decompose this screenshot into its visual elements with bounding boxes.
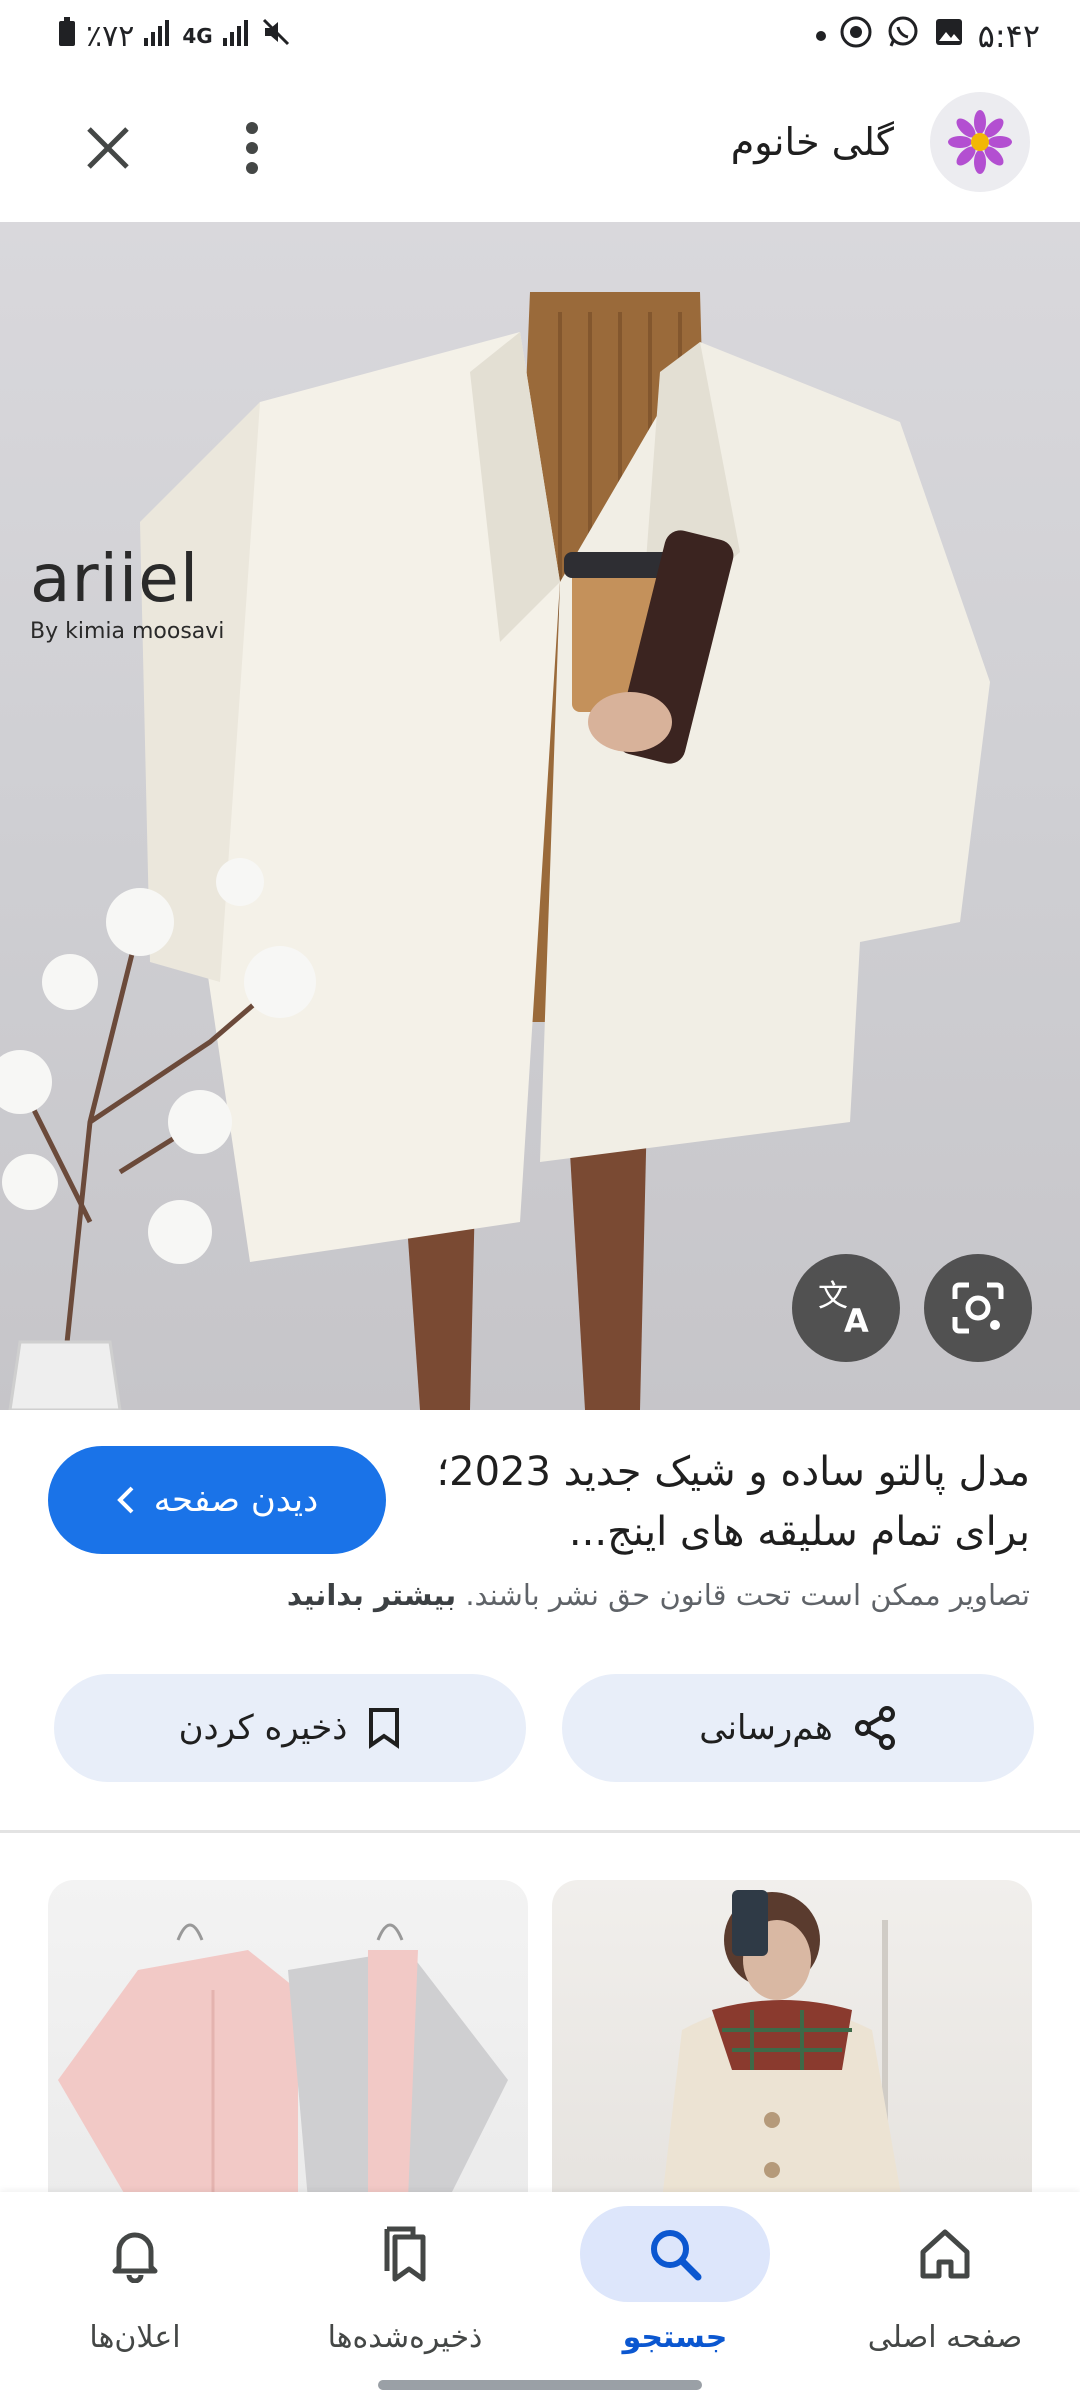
battery-level: ٪۷۲ xyxy=(86,18,135,54)
status-right: ۵:۴۲ xyxy=(815,14,1040,58)
nav-saved[interactable]: ذخیره‌شده‌ها xyxy=(270,2200,540,2380)
mute-icon xyxy=(261,17,291,55)
related-image-2[interactable] xyxy=(48,1880,528,2200)
source-name[interactable]: گلی خانوم xyxy=(731,112,894,172)
visit-page-label: دیدن صفحه xyxy=(153,1480,319,1520)
signal-icon-2 xyxy=(222,19,251,54)
translate-button[interactable]: 文 A xyxy=(792,1254,900,1362)
home-icon xyxy=(920,2229,970,2279)
battery-icon xyxy=(58,17,76,55)
nav-search-label: جستجو xyxy=(622,2320,728,2355)
bell-icon xyxy=(112,2232,158,2283)
photo-brand: ariiel By kimia moosavi xyxy=(30,540,224,644)
signal-icon xyxy=(144,19,172,54)
flower-icon xyxy=(948,110,1012,174)
nav-search[interactable]: جستجو xyxy=(540,2200,810,2380)
header xyxy=(0,72,1080,222)
chrome-icon xyxy=(840,16,872,56)
whatsapp-icon xyxy=(886,15,920,57)
translate-icon: 文 A xyxy=(818,1280,869,1336)
share-button[interactable]: هم‌رسانی xyxy=(562,1674,1034,1782)
home-indicator[interactable] xyxy=(378,2380,702,2390)
more-vert-icon xyxy=(246,122,258,174)
chevron-left-icon xyxy=(116,1486,134,1514)
result-image[interactable]: ariiel By kimia moosavi xyxy=(0,222,1080,1410)
related-photo-2 xyxy=(58,1923,508,2200)
lens-button[interactable] xyxy=(924,1254,1032,1362)
copyright-notice: تصاویر ممکن است تحت قانون حق نشر باشند. … xyxy=(287,1578,1030,1612)
related-image-1[interactable] xyxy=(552,1880,1032,2200)
brand-subtitle: By kimia moosavi xyxy=(30,619,225,644)
bookmark-icon xyxy=(369,1708,400,1749)
clock-time: ۵:۴۲ xyxy=(977,17,1040,55)
result-title[interactable]: مدل پالتو ساده و شیک جدید 2023؛ برای تما… xyxy=(430,1442,1030,1562)
photo-illustration xyxy=(0,292,990,1410)
nav-home-label: صفحه اصلی xyxy=(867,2320,1023,2355)
copyright-text: تصاویر ممکن است تحت قانون حق نشر باشند. xyxy=(465,1578,1030,1612)
share-icon xyxy=(854,1706,895,1750)
more-options-button[interactable] xyxy=(220,110,284,186)
svg-text:A: A xyxy=(844,1302,869,1336)
divider xyxy=(0,1830,1080,1833)
notification-dot-icon xyxy=(815,31,826,41)
network-type: 4G xyxy=(182,24,213,48)
brand-name: ariiel xyxy=(30,540,200,617)
gallery-icon xyxy=(934,17,964,55)
related-photo-1 xyxy=(662,1890,902,2200)
nav-notifications-label: اعلان‌ها xyxy=(89,2320,181,2355)
close-button[interactable] xyxy=(70,110,146,186)
status-left: ٪۷۲ 4G xyxy=(58,14,291,58)
source-avatar[interactable] xyxy=(930,92,1030,192)
nav-home[interactable]: صفحه اصلی xyxy=(810,2200,1080,2380)
close-icon xyxy=(87,127,129,169)
nav-notifications[interactable]: اعلان‌ها xyxy=(0,2200,270,2380)
save-label: ذخیره کردن xyxy=(178,1708,348,1748)
save-button[interactable]: ذخیره کردن xyxy=(54,1674,526,1782)
nav-saved-label: ذخیره‌شده‌ها xyxy=(327,2320,483,2355)
saved-collections-icon xyxy=(384,2226,426,2282)
visit-page-button[interactable]: دیدن صفحه xyxy=(48,1446,386,1554)
search-icon xyxy=(651,2230,702,2281)
learn-more-link[interactable]: بیشتر بدانید xyxy=(287,1578,456,1612)
share-label: هم‌رسانی xyxy=(699,1708,833,1748)
lens-icon xyxy=(952,1282,1004,1334)
